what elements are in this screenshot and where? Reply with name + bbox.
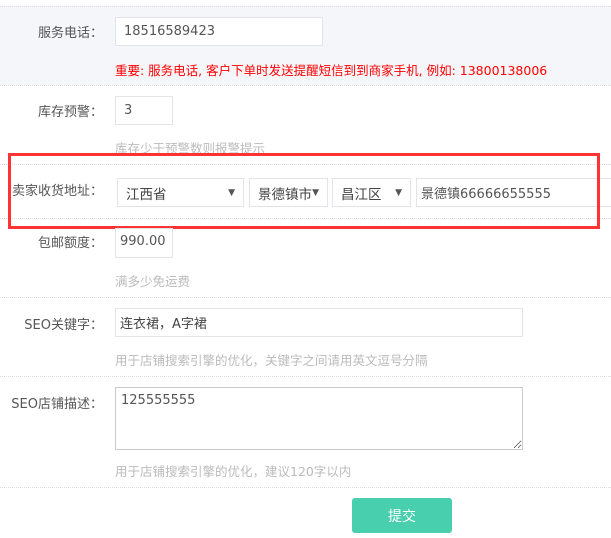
shipping-label: 包邮额度： — [37, 236, 103, 251]
stock-input[interactable]: 3 — [115, 96, 173, 125]
phone-notice: 重要: 服务电话, 客户下单时发送提醒短信到到商家手机, 例如: 1380013… — [115, 63, 548, 78]
stock-label: 库存预警： — [37, 105, 103, 120]
phone-label: 服务电话： — [37, 26, 103, 41]
shipping-hint: 满多少免运费 — [115, 274, 191, 289]
highlight-box — [8, 153, 600, 229]
divider — [0, 297, 611, 298]
phone-input[interactable]: 18516589423 — [115, 17, 323, 46]
shipping-input[interactable]: 990.00 — [115, 228, 173, 258]
seo-keywords-hint: 用于店铺搜索引擎的优化，关键字之间请用英文逗号分隔 — [115, 353, 428, 368]
seo-desc-textarea[interactable]: 125555555 — [115, 387, 523, 450]
divider — [0, 376, 611, 377]
seo-keywords-label: SEO关键字： — [24, 318, 103, 333]
seo-keywords-input[interactable]: 连衣裙，A字裙 — [115, 308, 523, 337]
seo-desc-hint: 用于店铺搜索引擎的优化，建议120字以内 — [115, 464, 352, 479]
submit-button[interactable]: 提交 — [352, 498, 452, 533]
divider — [0, 487, 611, 488]
divider — [0, 85, 611, 86]
seo-desc-label: SEO店铺描述： — [11, 397, 103, 412]
divider — [0, 6, 611, 7]
